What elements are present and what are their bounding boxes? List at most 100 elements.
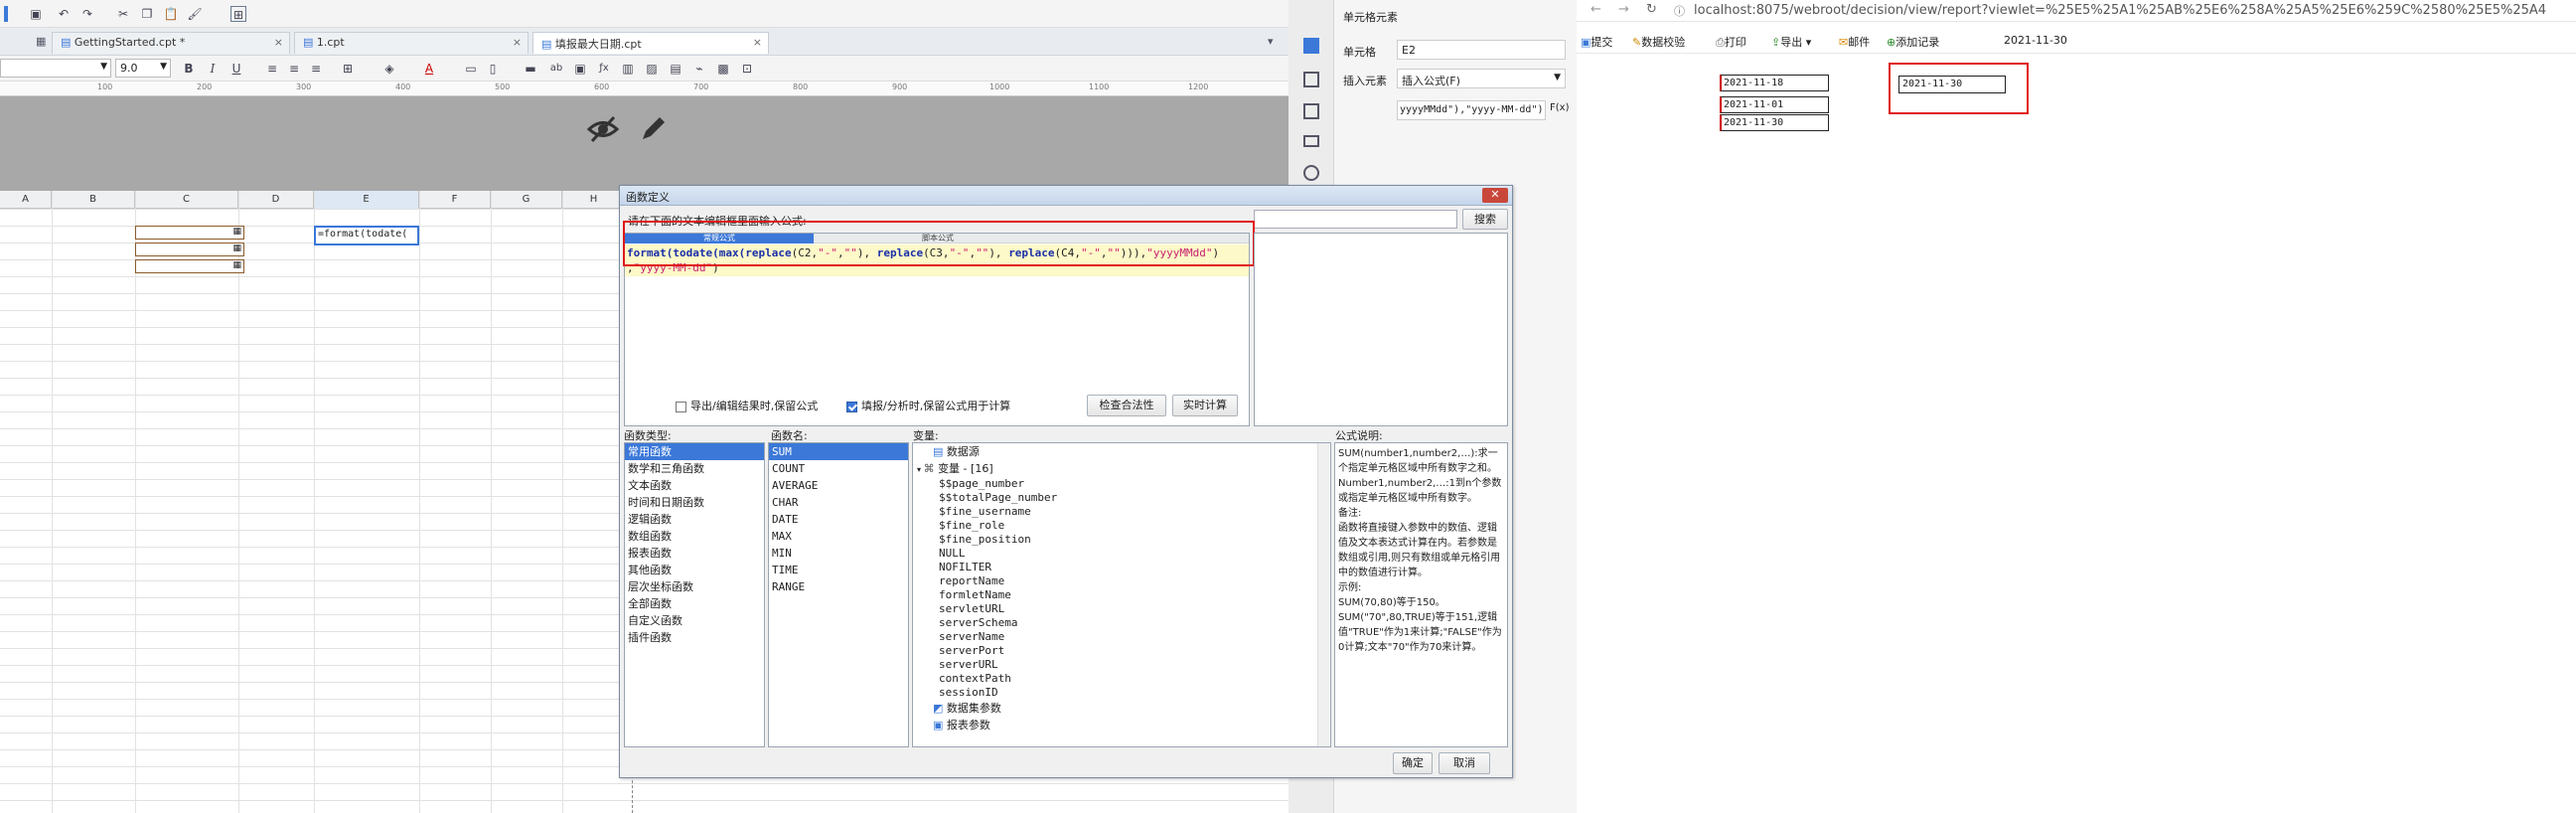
date-cell-c2[interactable]: ▦ — [135, 226, 244, 240]
bold-button[interactable]: B — [181, 61, 197, 77]
insert-row-icon[interactable]: ▬ — [523, 61, 538, 77]
variable-item[interactable]: $$page_number — [913, 477, 1330, 491]
variable-item[interactable]: formletName — [913, 588, 1330, 602]
formula-preview-field[interactable]: yyyyMMdd"),"yyyy-MM-dd") — [1397, 100, 1546, 120]
search-input[interactable] — [1254, 210, 1457, 229]
function-type-item[interactable]: 插件函数 — [625, 629, 764, 646]
close-icon[interactable]: × — [274, 36, 283, 49]
function-type-item[interactable]: 全部函数 — [625, 595, 764, 612]
column-header[interactable]: G — [491, 191, 562, 209]
insert-image-icon[interactable]: ▣ — [572, 61, 588, 77]
variable-scrollbar[interactable] — [1317, 443, 1329, 746]
border-icon[interactable]: ⊞ — [340, 61, 356, 77]
print-button[interactable]: ⎙打印 — [1716, 34, 1746, 50]
email-button[interactable]: ✉邮件 — [1839, 34, 1870, 50]
selected-cell-e2[interactable]: =format(todate( — [314, 226, 419, 245]
forward-icon[interactable]: → — [1618, 2, 1629, 17]
ok-button[interactable]: 确定 — [1393, 752, 1433, 774]
fx-button[interactable]: F(x) — [1550, 102, 1569, 113]
tree-node-dataset-params[interactable]: ◩ 数据集参数 — [913, 700, 1330, 717]
variable-item[interactable]: contextPath — [913, 672, 1330, 686]
tree-node-report-params[interactable]: ▣ 报表参数 — [913, 717, 1330, 733]
cell-field[interactable]: E2 — [1397, 40, 1566, 60]
function-name-item[interactable]: CHAR — [769, 494, 908, 511]
function-name-item[interactable]: RANGE — [769, 578, 908, 595]
variable-item[interactable]: serverName — [913, 630, 1330, 644]
tab-1-cpt[interactable]: ▤ 1.cpt × — [294, 32, 529, 54]
cancel-button[interactable]: 取消 — [1439, 752, 1490, 774]
column-header[interactable]: F — [419, 191, 491, 209]
submit-button[interactable]: ▣提交 — [1581, 34, 1612, 50]
function-name-item[interactable]: DATE — [769, 511, 908, 528]
hyperlink-icon[interactable] — [1303, 165, 1319, 181]
insert-element-select[interactable]: 插入公式(F) ▼ — [1397, 69, 1566, 88]
column-header[interactable]: E — [314, 191, 419, 209]
undo-icon[interactable]: ↶ — [56, 6, 72, 22]
hide-eye-icon[interactable] — [586, 114, 620, 144]
back-icon[interactable]: ← — [1591, 2, 1601, 17]
redo-icon[interactable]: ↷ — [79, 6, 95, 22]
save-icon[interactable]: ▣ — [28, 6, 44, 22]
cut-icon[interactable]: ✂ — [115, 6, 131, 22]
export-keep-formula-option[interactable]: 导出/编辑结果时,保留公式 — [676, 398, 818, 413]
column-header[interactable]: D — [238, 191, 314, 209]
function-type-item[interactable]: 自定义函数 — [625, 612, 764, 629]
tree-node-variables[interactable]: ▾ ⌘ 变量 - [16] — [913, 460, 1330, 477]
url-text[interactable]: localhost:8075/webroot/decision/view/rep… — [1694, 3, 2568, 18]
edit-pencil-icon[interactable] — [638, 112, 670, 144]
column-header[interactable]: A — [0, 191, 52, 209]
check-validity-button[interactable]: 检查合法性 — [1087, 395, 1166, 416]
function-name-item[interactable]: SUM — [769, 443, 908, 460]
function-type-item[interactable]: 常用函数 — [625, 443, 764, 460]
format-painter-icon[interactable]: 🖌 — [187, 6, 203, 22]
font-family-select[interactable]: ▼ — [0, 59, 111, 78]
tab-menu-icon[interactable]: ▾ — [1268, 35, 1274, 48]
align-center-icon[interactable]: ≡ — [286, 61, 302, 77]
variable-item[interactable]: $fine_username — [913, 505, 1330, 519]
function-type-item[interactable]: 时间和日期函数 — [625, 494, 764, 511]
align-left-icon[interactable]: ≡ — [264, 61, 280, 77]
cell-attr-icon[interactable] — [1303, 72, 1319, 87]
unmerge-icon[interactable]: ▯ — [485, 61, 501, 77]
variable-item[interactable]: NOFILTER — [913, 561, 1330, 574]
preview-icon[interactable]: ⊞ — [230, 6, 246, 22]
checkbox-checked[interactable] — [846, 401, 857, 412]
reload-icon[interactable]: ↻ — [1646, 2, 1657, 17]
font-size-select[interactable]: 9.0 ▼ — [115, 59, 171, 78]
export-button[interactable]: ⇪导出 ▾ — [1771, 34, 1811, 50]
fill-color-icon[interactable]: ◈ — [381, 61, 397, 77]
italic-button[interactable]: I — [205, 61, 221, 77]
date-input-3[interactable]: 2021-11-30 — [1720, 114, 1829, 131]
more-icon[interactable]: ⊡ — [739, 61, 755, 77]
picture-icon[interactable]: ▨ — [644, 61, 660, 77]
date-cell-c4[interactable]: ▦ — [135, 259, 244, 273]
fill-keep-formula-option[interactable]: 填报/分析时,保留公式用于计算 — [846, 398, 1010, 413]
function-type-item[interactable]: 数学和三角函数 — [625, 460, 764, 477]
search-button[interactable]: 搜索 — [1462, 209, 1508, 230]
close-icon[interactable]: × — [753, 36, 762, 49]
link-icon[interactable]: ⌁ — [691, 61, 707, 77]
function-type-item[interactable]: 数组函数 — [625, 528, 764, 545]
variable-item[interactable]: reportName — [913, 574, 1330, 588]
variable-item[interactable]: serverSchema — [913, 616, 1330, 630]
function-name-item[interactable]: COUNT — [769, 460, 908, 477]
copy-icon[interactable]: ❐ — [139, 6, 155, 22]
variable-item[interactable]: serverPort — [913, 644, 1330, 658]
function-type-item[interactable]: 文本函数 — [625, 477, 764, 494]
close-icon[interactable]: × — [513, 36, 522, 49]
variable-item[interactable]: $$totalPage_number — [913, 491, 1330, 505]
function-name-item[interactable]: MIN — [769, 545, 908, 562]
merge-icon[interactable]: ▭ — [463, 61, 479, 77]
condition-icon[interactable] — [1303, 135, 1319, 147]
variable-item[interactable]: $fine_position — [913, 533, 1330, 547]
tab-fill-max-date[interactable]: ▤ 填报最大日期.cpt × — [532, 32, 769, 54]
column-header[interactable]: C — [135, 191, 238, 209]
checkbox[interactable] — [676, 401, 686, 412]
date-input-2[interactable]: 2021-11-01 — [1720, 96, 1829, 113]
paste-icon[interactable]: 📋 — [163, 6, 179, 22]
add-record-button[interactable]: ⊕添加记录 — [1887, 34, 1939, 50]
function-type-item[interactable]: 其他函数 — [625, 562, 764, 578]
text-cell-icon[interactable]: ab — [548, 61, 564, 77]
column-header[interactable]: H — [562, 191, 626, 209]
formula-icon[interactable]: ƒx — [596, 61, 612, 77]
